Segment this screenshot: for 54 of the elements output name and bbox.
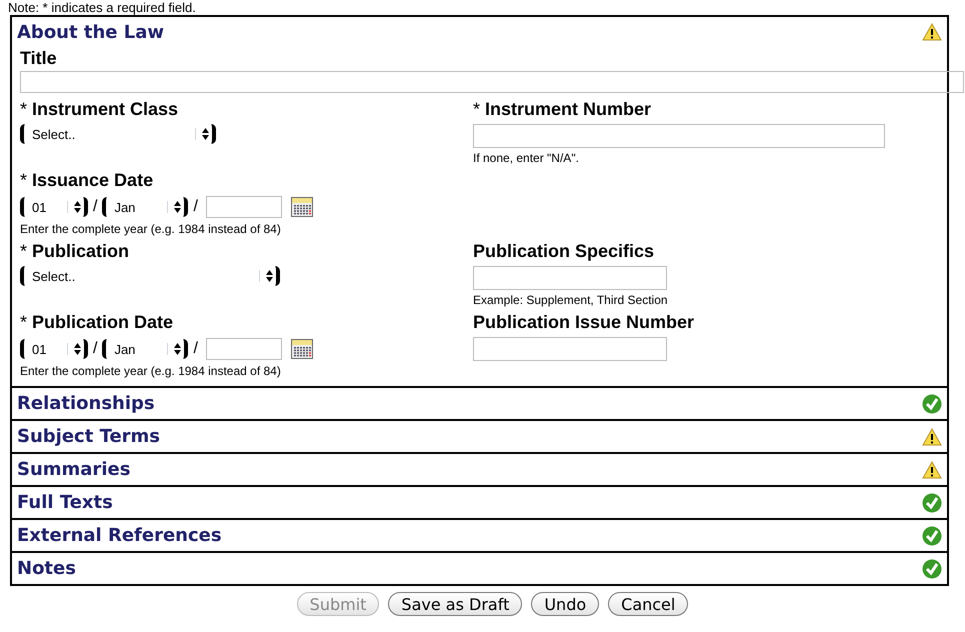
updown-arrow-icon [202, 128, 209, 140]
updown-arrow-icon [174, 343, 182, 355]
title-input[interactable] [20, 71, 964, 93]
hint-text: If none, enter "N/A". [473, 151, 580, 165]
field-label: Title [20, 47, 58, 69]
checkmark-icon [922, 492, 942, 512]
warning-icon [922, 428, 942, 446]
text-input[interactable] [473, 337, 667, 361]
section-title[interactable]: Relationships [17, 390, 155, 417]
hint-text: Enter the complete year (e.g. 1984 instead of 84) [20, 364, 282, 378]
form-button[interactable]: Cancel [608, 592, 688, 616]
select-dropdown[interactable]: 01 [20, 339, 88, 359]
text-input[interactable] [473, 266, 667, 290]
date-separator: / [93, 197, 98, 217]
field-label: *Publication Date [20, 311, 174, 333]
updown-arrow-icon [74, 343, 81, 355]
date-separator: / [193, 339, 198, 359]
checkmark-icon [922, 526, 942, 546]
year-input[interactable] [206, 338, 282, 360]
calendar-icon[interactable] [290, 339, 313, 359]
text-input[interactable] [473, 124, 885, 148]
checkmark-icon [922, 394, 942, 414]
updown-arrow-icon [74, 201, 81, 213]
hint-text: Example: Supplement, Third Section [473, 293, 669, 307]
section-title[interactable]: Full Texts [17, 489, 113, 516]
select-dropdown[interactable]: 01 [20, 197, 88, 217]
hint-text: Enter the complete year (e.g. 1984 instead of 84) [20, 222, 282, 236]
section-title[interactable]: About the Law [17, 18, 164, 46]
select-dropdown[interactable]: Jan [102, 339, 188, 359]
warning-icon [922, 23, 942, 41]
updown-arrow-icon [266, 270, 273, 282]
form-button[interactable]: Save as Draft [388, 592, 522, 616]
select-dropdown[interactable]: Jan [102, 197, 188, 217]
note-text: Note: * indicates a required field. [7, 0, 197, 15]
section-title[interactable]: Notes [17, 555, 76, 582]
date-separator: / [93, 339, 98, 359]
section-title[interactable]: External References [17, 522, 222, 549]
select-dropdown[interactable]: Select.. [20, 266, 280, 286]
warning-icon [922, 460, 942, 478]
field-label: Publication Specifics [473, 240, 656, 262]
date-separator: / [193, 197, 198, 217]
field-label: *Instrument Number [473, 98, 652, 120]
select-dropdown[interactable]: Select.. [20, 124, 216, 144]
updown-arrow-icon [174, 201, 182, 213]
section-title[interactable]: Subject Terms [17, 423, 160, 450]
calendar-icon[interactable] [290, 197, 313, 217]
checkmark-icon [922, 558, 942, 578]
section-title[interactable]: Summaries [17, 456, 130, 483]
year-input[interactable] [206, 196, 282, 218]
field-label: *Instrument Class [20, 98, 180, 120]
form-button[interactable]: Undo [531, 592, 600, 616]
field-label: *Publication [20, 240, 130, 262]
field-label: *Issuance Date [20, 169, 154, 191]
field-label: Publication Issue Number [473, 311, 696, 333]
